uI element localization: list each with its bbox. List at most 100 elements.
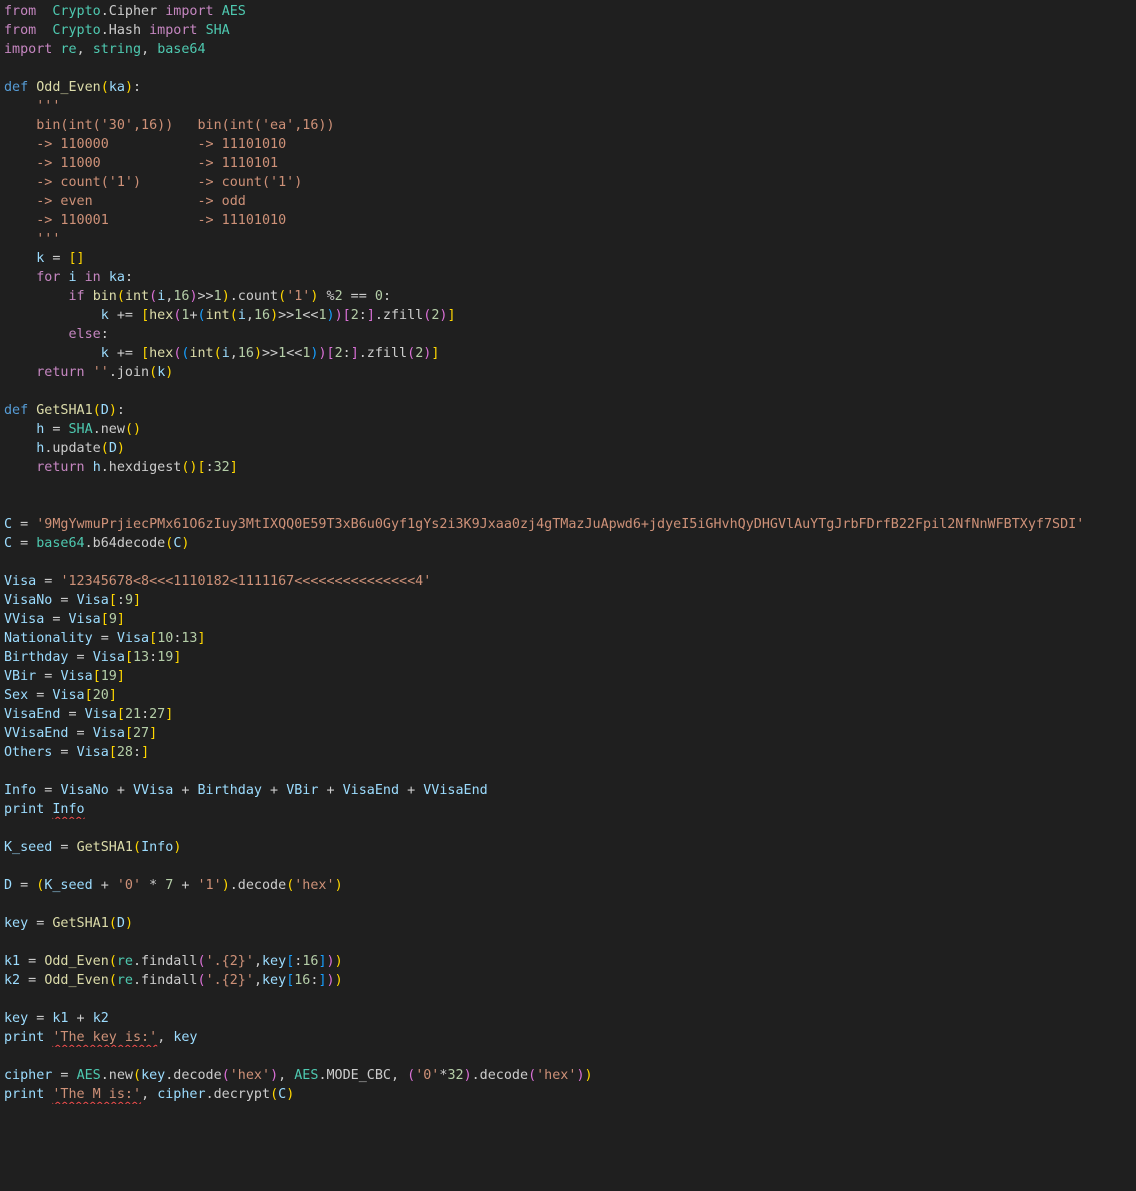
code-line[interactable]: [4, 857, 1136, 876]
code-line[interactable]: ''': [4, 97, 1136, 116]
code-line[interactable]: print 'The M is:', cipher.decrypt(C): [4, 1085, 1136, 1104]
code-line[interactable]: VisaNo = Visa[:9]: [4, 591, 1136, 610]
bracket-token: ]: [229, 460, 238, 475]
code-text: .findall: [133, 954, 198, 969]
code-line[interactable]: k += [hex((int(i,16)>>1<<1))[2:].zfill(2…: [4, 344, 1136, 363]
code-line[interactable]: Visa = '12345678<8<<<1110182<1111167<<<<…: [4, 572, 1136, 591]
code-line[interactable]: [4, 933, 1136, 952]
function-token: hex: [149, 346, 174, 361]
code-editor[interactable]: from Crypto.Cipher import AES from Crypto…: [0, 0, 1136, 1191]
bracket-token: (): [181, 460, 198, 475]
keyword-token: else: [68, 327, 101, 342]
code-line[interactable]: [4, 496, 1136, 515]
bracket-token: ]: [366, 308, 375, 323]
code-line[interactable]: -> even -> odd: [4, 192, 1136, 211]
code-line[interactable]: K_seed = GetSHA1(Info): [4, 838, 1136, 857]
code-text: =: [28, 916, 53, 931]
code-line[interactable]: Info = VisaNo + VVisa + Birthday + VBir …: [4, 781, 1136, 800]
code-line[interactable]: VisaEnd = Visa[21:27]: [4, 705, 1136, 724]
code-line[interactable]: k += [hex(1+(int(i,16)>>1<<1))[2:].zfill…: [4, 306, 1136, 325]
code-line[interactable]: [4, 762, 1136, 781]
code-line[interactable]: cipher = AES.new(key.decode('hex'), AES.…: [4, 1066, 1136, 1085]
code-line[interactable]: from Crypto.Cipher import AES: [4, 2, 1136, 21]
code-line[interactable]: [4, 553, 1136, 572]
code-line[interactable]: for i in ka:: [4, 268, 1136, 287]
code-line[interactable]: [4, 819, 1136, 838]
code-text: ,: [391, 1068, 408, 1083]
code-line[interactable]: if bin(int(i,16)>>1).count('1') %2 == 0:: [4, 287, 1136, 306]
code-line[interactable]: h.update(D): [4, 439, 1136, 458]
code-line[interactable]: D = (K_seed + '0' * 7 + '1').decode('hex…: [4, 876, 1136, 895]
code-line[interactable]: key = GetSHA1(D): [4, 914, 1136, 933]
code-text: :: [116, 593, 125, 608]
code-line[interactable]: key = k1 + k2: [4, 1009, 1136, 1028]
code-text: *: [141, 878, 166, 893]
code-line[interactable]: ''': [4, 230, 1136, 249]
keyword-token: from: [4, 23, 37, 38]
code-line[interactable]: Sex = Visa[20]: [4, 686, 1136, 705]
identifier-token: k: [100, 346, 109, 361]
code-text: +: [318, 783, 343, 798]
code-text: +: [92, 878, 117, 893]
code-line[interactable]: Others = Visa[28:]: [4, 743, 1136, 762]
code-line[interactable]: [4, 59, 1136, 78]
code-line[interactable]: bin(int('30',16)) bin(int('ea',16)): [4, 116, 1136, 135]
code-line[interactable]: k2 = Odd_Even(re.findall('.{2}',key[16:]…: [4, 971, 1136, 990]
bracket-token: []: [68, 251, 85, 266]
module-token: re: [116, 973, 133, 988]
code-line[interactable]: VBir = Visa[19]: [4, 667, 1136, 686]
identifier-token: i: [68, 270, 77, 285]
code-line[interactable]: [4, 477, 1136, 496]
code-text: +: [399, 783, 424, 798]
code-line[interactable]: C = '9MgYwmuPrjiecPMx61O6zIuy3MtIXQQ0E59…: [4, 515, 1136, 534]
code-line[interactable]: h = SHA.new(): [4, 420, 1136, 439]
code-line[interactable]: [4, 1047, 1136, 1066]
code-line[interactable]: def GetSHA1(D):: [4, 401, 1136, 420]
code-area[interactable]: from Crypto.Cipher import AES from Crypto…: [4, 2, 1136, 1123]
code-line[interactable]: else:: [4, 325, 1136, 344]
module-token: AES: [294, 1068, 319, 1083]
identifier-token: key: [262, 954, 287, 969]
number-token: 9: [108, 612, 117, 627]
identifier-token: key: [4, 916, 29, 931]
code-line[interactable]: def Odd_Even(ka):: [4, 78, 1136, 97]
code-text: =: [44, 251, 69, 266]
code-line[interactable]: Nationality = Visa[10:13]: [4, 629, 1136, 648]
code-text: .new: [100, 1068, 133, 1083]
code-text: =: [12, 536, 37, 551]
code-line[interactable]: k = []: [4, 249, 1136, 268]
code-line[interactable]: [4, 990, 1136, 1009]
code-line[interactable]: VVisa = Visa[9]: [4, 610, 1136, 629]
code-line[interactable]: import re, string, base64: [4, 40, 1136, 59]
function-token: int: [205, 308, 230, 323]
code-text: ,: [141, 1087, 158, 1102]
code-line[interactable]: -> count('1') -> count('1'): [4, 173, 1136, 192]
string-token: -> even -> odd: [36, 194, 246, 209]
identifier-token: ka: [108, 80, 125, 95]
bracket-token: (: [528, 1068, 537, 1083]
code-line[interactable]: return h.hexdigest()[:32]: [4, 458, 1136, 477]
code-line[interactable]: -> 11000 -> 1110101: [4, 154, 1136, 173]
number-token: 10: [157, 631, 174, 646]
code-line[interactable]: [4, 895, 1136, 914]
bracket-token: [: [342, 308, 351, 323]
code-text: =: [28, 688, 53, 703]
code-line[interactable]: print 'The key is:', key: [4, 1028, 1136, 1047]
code-line[interactable]: [4, 1104, 1136, 1123]
bracket-token: ]: [197, 631, 206, 646]
code-line[interactable]: k1 = Odd_Even(re.findall('.{2}',key[:16]…: [4, 952, 1136, 971]
code-line[interactable]: from Crypto.Hash import SHA: [4, 21, 1136, 40]
code-line[interactable]: C = base64.b64decode(C): [4, 534, 1136, 553]
code-line[interactable]: Birthday = Visa[13:19]: [4, 648, 1136, 667]
bracket-token: (: [108, 954, 117, 969]
bracket-token: ): [108, 403, 117, 418]
code-line[interactable]: -> 110001 -> 11101010: [4, 211, 1136, 230]
code-line[interactable]: VVisaEnd = Visa[27]: [4, 724, 1136, 743]
code-text: +=: [108, 308, 142, 323]
code-line[interactable]: print Info: [4, 800, 1136, 819]
code-text: .zfill: [358, 346, 408, 361]
code-line[interactable]: -> 110000 -> 11101010: [4, 135, 1136, 154]
code-line[interactable]: [4, 382, 1136, 401]
code-line[interactable]: return ''.join(k): [4, 363, 1136, 382]
